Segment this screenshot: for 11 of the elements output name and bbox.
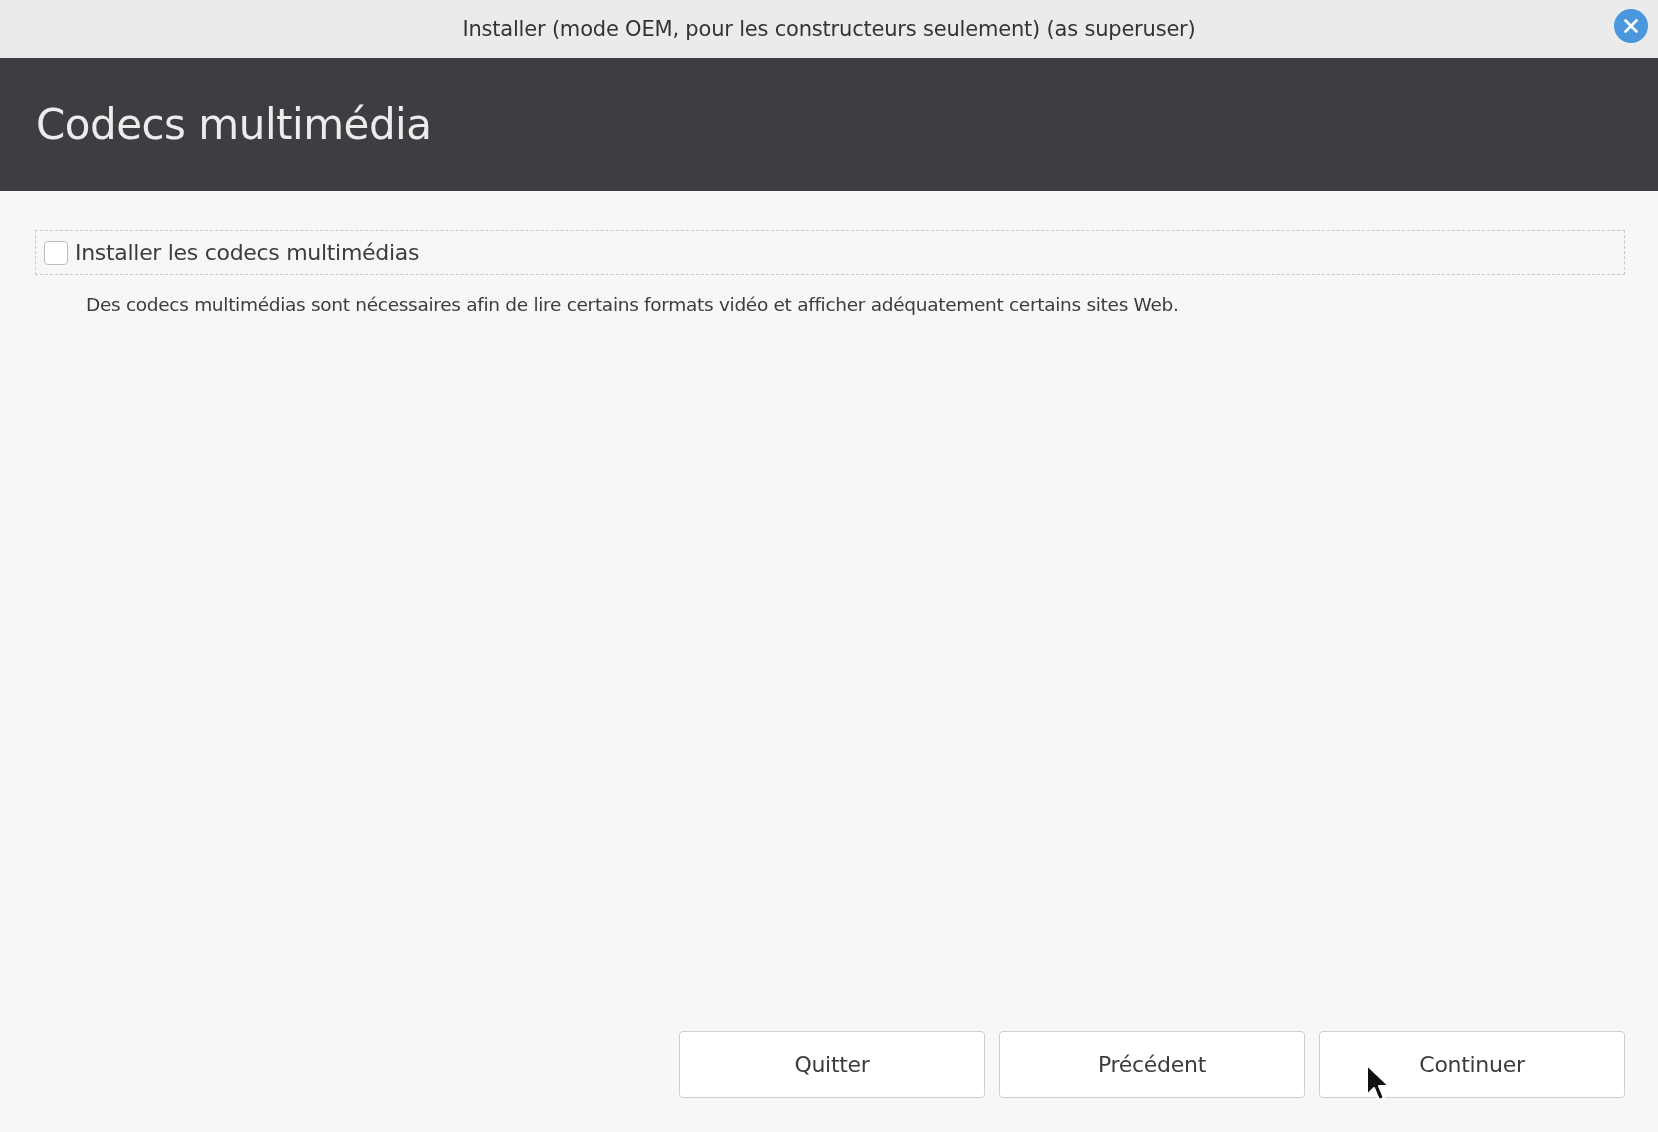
action-button[interactable]: Quitter bbox=[679, 1031, 985, 1098]
option-description: Des codecs multimédias sont nécessaires afin de lire certains formats vidéo et afficher adéquatement certains sites Web. bbox=[86, 294, 1180, 315]
window-title: Installer (mode OEM, pour les constructeurs seulement) (as superuser) bbox=[462, 17, 1196, 41]
checkbox[interactable] bbox=[44, 240, 68, 265]
page-title: Codecs multimédia bbox=[36, 100, 432, 149]
close-button[interactable] bbox=[1614, 9, 1648, 43]
action-button[interactable]: Continuer bbox=[1319, 1031, 1625, 1098]
close-icon bbox=[1624, 19, 1638, 33]
action-button[interactable]: Précédent bbox=[999, 1031, 1305, 1098]
option-label: Installer les codecs multimédias bbox=[75, 240, 420, 265]
codecs-option[interactable]: Installer les codecs multimédias bbox=[35, 230, 1625, 275]
